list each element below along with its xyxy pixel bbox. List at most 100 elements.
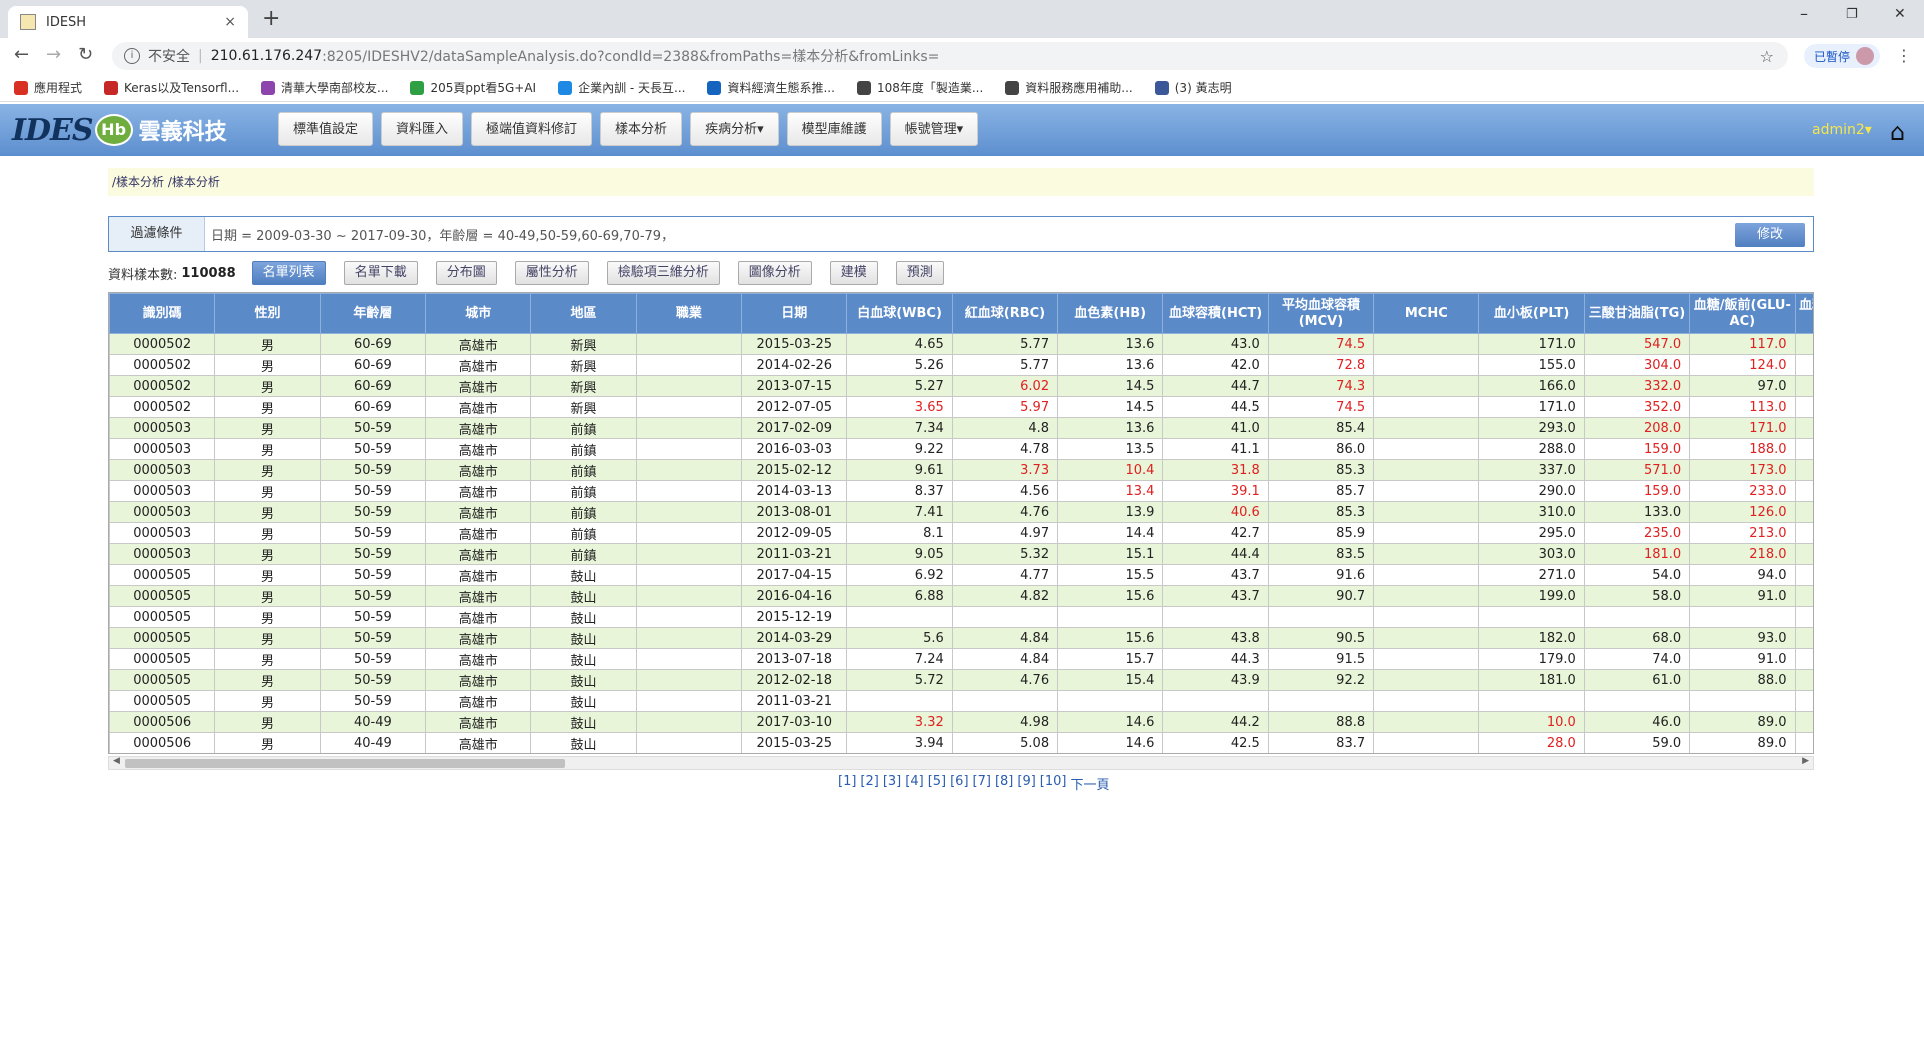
bookmark-item[interactable]: 清華大學南部校友... [261,79,388,96]
bookmark-item[interactable]: 企業內訓 - 天長互... [558,79,685,96]
bookmark-item[interactable]: 205頁ppt看5G+AI [410,79,536,96]
address-bar[interactable]: i 不安全 | 210.61.176.247 :8205/IDESHV2/dat… [112,42,1788,70]
bookmark-item[interactable]: (3) 黃志明 [1154,79,1232,96]
column-header[interactable]: 血小板(PLT) [1478,293,1585,334]
column-header[interactable]: 年齡層 [319,293,427,334]
table-cell [1794,396,1813,418]
table-row[interactable]: 0000502 男 60-69 高雄市 新興 2013-07-15 5.27 6.02 14.5… [109,375,1813,397]
page-link[interactable]: [10] [1040,774,1067,793]
action-button[interactable]: 預測 [895,261,944,285]
browser-tab[interactable]: IDESH × [8,6,248,38]
nav-item[interactable]: 資料匯入 [381,112,464,146]
column-header[interactable]: 紅血球(RBC) [951,293,1059,334]
table-row[interactable]: 0000503 男 50-59 高雄市 前鎮 2014-03-13 8.37 4.56 13.4… [109,480,1813,502]
profile-paused-button[interactable]: 已暫停 [1804,44,1881,68]
table-cell [1478,690,1585,712]
info-icon[interactable]: i [124,48,140,64]
forward-icon[interactable]: → [46,44,61,65]
column-header[interactable]: MCHC [1373,293,1480,334]
column-header[interactable]: 白血球(WBC) [846,293,953,334]
table-row[interactable]: 0000505 男 50-59 高雄市 鼓山 2016-04-16 6.88 4.82 15.6… [109,585,1813,607]
minimize-button[interactable]: – [1800,4,1808,23]
bookmark-item[interactable]: 應用程式 [14,79,82,96]
table-row[interactable]: 0000505 男 50-59 高雄市 鼓山 2017-04-15 6.92 4.77 15.5… [109,564,1813,586]
action-button[interactable]: 檢驗項三維分析 [606,261,720,285]
action-button[interactable]: 名單下載 [343,261,418,285]
table-row[interactable]: 0000503 男 50-59 高雄市 前鎮 2016-03-03 9.22 4.78 13.5… [109,438,1813,460]
page-link[interactable]: [9] [1017,774,1035,793]
nav-item[interactable]: 極端值資料修訂 [471,112,593,146]
edit-filter-button[interactable]: 修改 [1735,223,1805,247]
user-menu[interactable]: admin2▾ [1812,122,1872,138]
bookmark-item[interactable]: 資料服務應用補助... [1005,79,1133,96]
nav-item[interactable]: 帳號管理▾ [889,112,979,146]
bookmark-item[interactable]: Keras以及Tensorfl... [104,79,239,96]
table-row[interactable]: 0000502 男 60-69 高雄市 新興 2015-03-25 4.65 5.77 13.6… [109,333,1813,355]
column-header[interactable]: 識別碼 [109,293,216,334]
restore-button[interactable]: ❐ [1846,7,1858,22]
column-header[interactable]: 城市 [425,293,532,334]
action-button[interactable]: 名單列表 [251,261,326,285]
reload-icon[interactable]: ↻ [78,44,93,65]
scroll-right-icon[interactable]: ▶ [1802,756,1809,766]
page-link[interactable]: [1] [838,774,856,793]
table-row[interactable]: 0000503 男 50-59 高雄市 前鎮 2011-03-21 9.05 5.32 15.1… [109,543,1813,565]
page-link[interactable]: [8] [995,774,1013,793]
column-header[interactable]: 平均血球容積(MCV) [1267,293,1375,334]
page-link[interactable]: [4] [905,774,923,793]
horizontal-scrollbar[interactable]: ◀ ▶ [108,756,1814,770]
data-table-container[interactable]: 識別碼 性別 年齡層 城市 地區 職業 日期 白血球(WBC) 紅血球(RBC) 血色素(HB) 血… [108,292,1814,754]
page-link[interactable]: [3] [883,774,901,793]
column-header[interactable]: 日期 [741,293,848,334]
next-page-link[interactable]: 下一頁 [1070,774,1109,793]
table-row[interactable]: 0000505 男 50-59 高雄市 鼓山 2014-03-29 5.6 4.84 15.6 4… [109,627,1813,649]
column-header[interactable]: 血糖/飯後(GLU-PC) [1794,293,1813,334]
action-button[interactable]: 建模 [829,261,878,285]
app-logo[interactable]: IDES Hb 雲義科技 [12,112,227,148]
tab-close-icon[interactable]: × [224,14,236,30]
nav-item[interactable]: 樣本分析 [600,112,683,146]
bookmark-star-icon[interactable]: ☆ [1760,47,1774,66]
page-link[interactable]: [7] [973,774,991,793]
bookmark-item[interactable]: 108年度「製造業... [856,79,983,96]
table-row[interactable]: 0000503 男 50-59 高雄市 前鎮 2015-02-12 9.61 3.73 10.4… [109,459,1813,481]
table-row[interactable]: 0000503 男 50-59 高雄市 前鎮 2017-02-09 7.34 4.8 13.6 4… [109,417,1813,439]
table-row[interactable]: 0000502 男 60-69 高雄市 新興 2012-07-05 3.65 5.97 14.5… [109,396,1813,418]
table-cell: 前鎮 [530,543,637,565]
column-header[interactable]: 地區 [530,293,637,334]
home-icon[interactable]: ⌂ [1890,118,1905,146]
scrollbar-thumb[interactable] [125,759,565,768]
nav-item[interactable]: 疾病分析▾ [690,112,779,146]
column-header[interactable]: 職業 [635,293,743,334]
table-row[interactable]: 0000505 男 50-59 高雄市 鼓山 2013-07-18 7.24 4.84 15.7… [109,648,1813,670]
column-header[interactable]: 三酸甘油脂(TG) [1583,293,1691,334]
nav-item[interactable]: 模型庫維護 [786,112,882,146]
column-header[interactable]: 血球容積(HCT) [1162,293,1269,334]
column-header[interactable]: 血色素(HB) [1057,293,1164,334]
close-window-button[interactable]: ✕ [1894,6,1906,22]
column-header[interactable]: 性別 [214,293,321,334]
table-row[interactable]: 0000503 男 50-59 高雄市 前鎮 2013-08-01 7.41 4.76 13.9… [109,501,1813,523]
table-row[interactable]: 0000502 男 60-69 高雄市 新興 2014-02-26 5.26 5.77 13.6… [109,354,1813,376]
bookmark-item[interactable]: 資料經濟生態系推... [707,79,835,96]
logo-text: IDES [12,112,94,148]
column-header[interactable]: 血糖/飯前(GLU-AC) [1689,293,1796,334]
table-row[interactable]: 0000505 男 50-59 高雄市 鼓山 2015-12-19 [109,606,1813,628]
action-button[interactable]: 分布圖 [435,261,497,285]
back-icon[interactable]: ← [14,44,29,65]
table-row[interactable]: 0000506 男 40-49 高雄市 鼓山 2015-03-25 3.94 5.08 14.6… [109,732,1813,753]
page-link[interactable]: [5] [928,774,946,793]
table-row[interactable]: 0000506 男 40-49 高雄市 鼓山 2017-03-10 3.32 4.98 14.6… [109,711,1813,733]
action-button[interactable]: 屬性分析 [514,261,589,285]
menu-kebab-icon[interactable]: ⋮ [1896,46,1912,65]
action-button[interactable]: 圖像分析 [737,261,812,285]
page-link[interactable]: [2] [860,774,878,793]
page-link[interactable]: [6] [950,774,968,793]
new-tab-button[interactable]: + [262,6,280,31]
nav-item[interactable]: 標準值設定 [278,112,374,146]
table-row[interactable]: 0000503 男 50-59 高雄市 前鎮 2012-09-05 8.1 4.97 14.4 4… [109,522,1813,544]
scroll-left-icon[interactable]: ◀ [113,756,120,766]
table-row[interactable]: 0000505 男 50-59 高雄市 鼓山 2012-02-18 5.72 4.76 15.4… [109,669,1813,691]
table-cell: 181.0 [1478,669,1585,691]
table-row[interactable]: 0000505 男 50-59 高雄市 鼓山 2011-03-21 [109,690,1813,712]
